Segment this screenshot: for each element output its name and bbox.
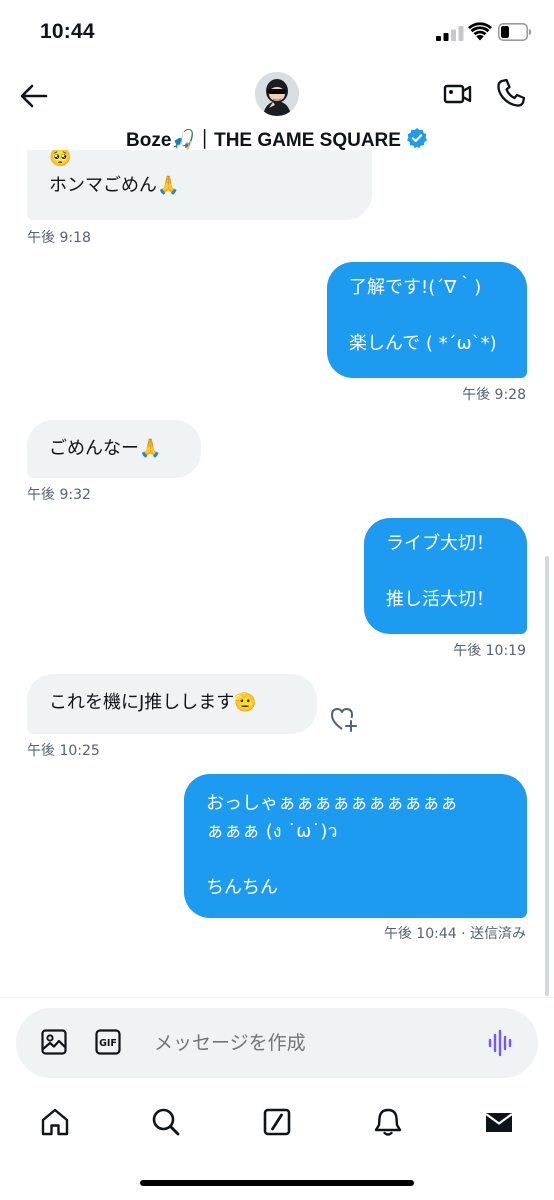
video-call-button[interactable]: [442, 78, 474, 110]
message-timestamp: 午後 9:28: [462, 387, 526, 403]
battery-icon: [498, 23, 532, 41]
sent-message[interactable]: おっしゃぁぁぁぁぁぁぁぁぁぁ ぁぁぁ (ง ˙ω˙)ว ちんちん: [184, 774, 527, 918]
back-button[interactable]: [16, 78, 52, 114]
message-timestamp: 午後 10:44 · 送信済み: [383, 926, 526, 942]
sent-message[interactable]: 了解です!(´∇｀) 楽しんで ( *´ω`*): [327, 262, 527, 378]
bell-icon: [374, 1108, 402, 1136]
add-gif-button[interactable]: GIF: [95, 1029, 121, 1055]
cellular-signal-icon: [436, 26, 464, 41]
message-list[interactable]: 🥺 ホンマごめん🙏 午後 9:18 了解です!(´∇｀) 楽しんで ( *´ω`…: [0, 150, 554, 1000]
video-camera-icon: [443, 84, 472, 104]
message-input[interactable]: [154, 1028, 454, 1058]
nav-home[interactable]: [37, 1104, 73, 1140]
message-composer: GIF: [16, 1008, 538, 1078]
gif-icon: GIF: [95, 1029, 121, 1055]
grok-icon: [263, 1108, 291, 1136]
divider: [0, 997, 554, 998]
message-timestamp: 午後 9:32: [27, 487, 91, 503]
home-icon: [41, 1108, 69, 1136]
conversation-header: Boze🎣｜THE GAME SQUARE: [0, 62, 554, 158]
scrollbar[interactable]: [545, 556, 549, 996]
add-reaction-button[interactable]: [329, 705, 359, 733]
sent-message[interactable]: ライブ大切！ 推し活大切！: [364, 518, 527, 634]
status-time: 10:44: [40, 20, 95, 43]
verified-badge-icon: [406, 128, 427, 149]
message-timestamp: 午後 9:18: [27, 230, 91, 246]
received-message[interactable]: ごめんなー🙏: [27, 420, 201, 478]
voice-call-button[interactable]: [494, 76, 528, 110]
home-indicator: [140, 1180, 414, 1186]
voice-waveform-icon: [488, 1029, 512, 1057]
image-icon: [41, 1029, 67, 1055]
received-message[interactable]: 🥺 ホンマごめん🙏: [27, 150, 372, 220]
avatar-image: [255, 72, 299, 116]
search-icon: [152, 1108, 180, 1136]
add-image-button[interactable]: [40, 1028, 68, 1056]
gif-icon-label: GIF: [99, 1038, 117, 1049]
nav-messages[interactable]: [481, 1104, 517, 1140]
heart-plus-icon: [331, 708, 357, 732]
envelope-icon: [485, 1113, 513, 1132]
voice-message-button[interactable]: [486, 1028, 516, 1058]
back-arrow-icon: [20, 84, 48, 108]
conversation-title-text: Boze🎣｜THE GAME SQUARE: [126, 129, 401, 151]
avatar[interactable]: [255, 72, 299, 116]
status-bar: 10:44: [0, 0, 554, 62]
phone-icon: [497, 78, 526, 107]
nav-search[interactable]: [148, 1104, 184, 1140]
nav-notifications[interactable]: [370, 1104, 406, 1140]
nav-grok[interactable]: [259, 1104, 295, 1140]
conversation-title[interactable]: Boze🎣｜THE GAME SQUARE: [0, 124, 554, 152]
wifi-icon: [468, 22, 492, 41]
received-message[interactable]: これを機にJ推しします🫡: [27, 674, 317, 734]
message-timestamp: 午後 10:25: [27, 743, 100, 759]
bottom-navigation: [0, 1090, 554, 1160]
message-timestamp: 午後 10:19: [453, 643, 526, 659]
